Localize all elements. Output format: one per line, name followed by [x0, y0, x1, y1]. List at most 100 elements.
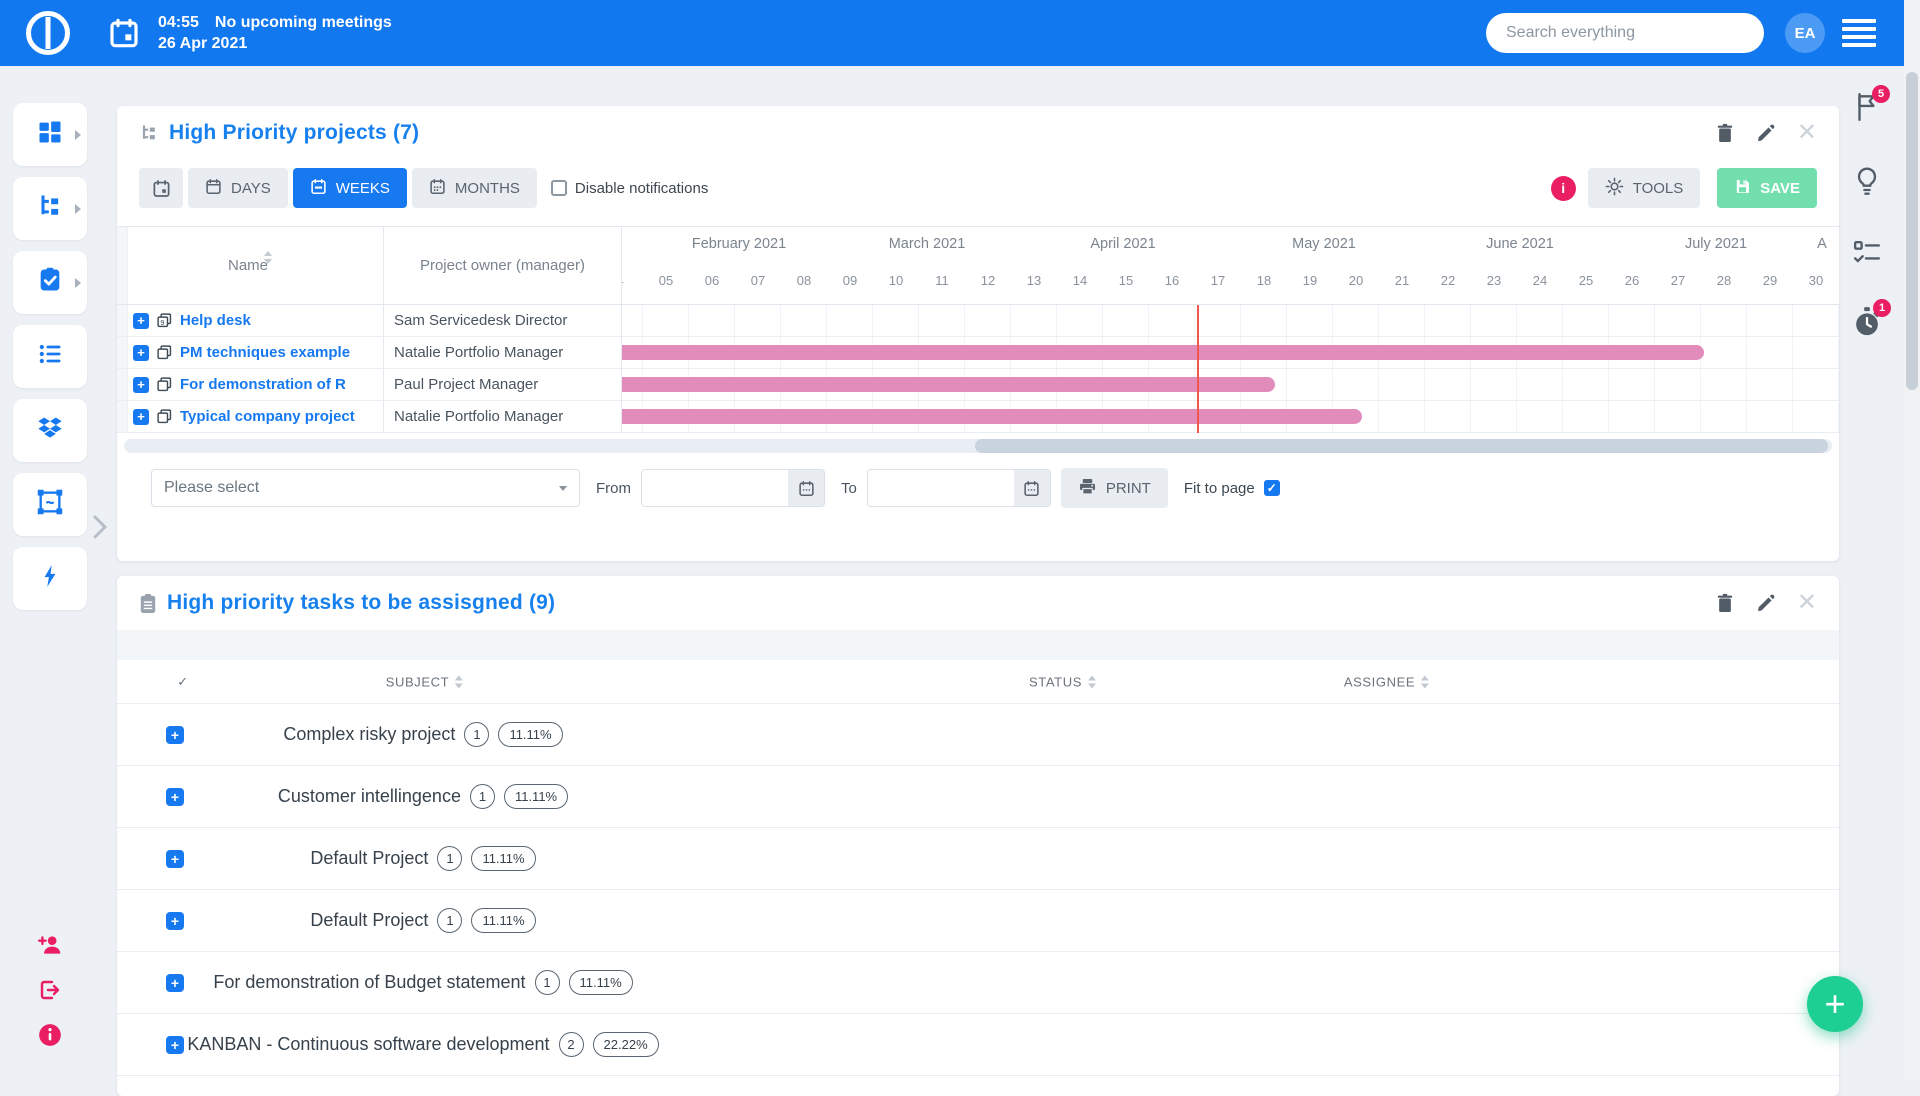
expand-row-button[interactable]: + — [133, 376, 149, 393]
logout-icon[interactable] — [38, 978, 62, 1002]
lightbulb-icon[interactable] — [1854, 166, 1880, 203]
expand-row-button[interactable]: + — [133, 408, 149, 425]
check-column-header[interactable]: ✓ — [177, 674, 189, 690]
gantt-chart-cell — [622, 305, 1839, 336]
task-subject-group: Complex risky project 1 11.11% — [117, 704, 729, 765]
sidebar-item-frame[interactable] — [13, 473, 87, 536]
clock-time: 04:55 — [158, 14, 199, 31]
expand-row-button[interactable]: + — [133, 312, 149, 329]
task-subject-link[interactable]: Complex risky project — [283, 724, 455, 745]
task-subject-link[interactable]: For demonstration of Budget statement — [213, 972, 525, 993]
gantt-body: +9 Help desk Sam Servicedesk Director + PM t… — [117, 305, 1839, 433]
gantt-bar[interactable] — [622, 345, 1704, 360]
months-button[interactable]: MONTHS — [411, 168, 537, 208]
hamburger-icon[interactable] — [1842, 19, 1876, 47]
add-user-icon[interactable] — [37, 932, 63, 958]
print-button[interactable]: PRINT — [1060, 468, 1168, 508]
subprojects-stack-icon — [156, 344, 173, 361]
sidebar-item-quick-actions[interactable] — [13, 547, 87, 610]
trash-icon[interactable] — [1716, 593, 1734, 613]
name-column-label: Name — [227, 257, 268, 274]
task-subject-link[interactable]: Default Project — [310, 848, 428, 869]
search-input[interactable] — [1486, 13, 1764, 53]
disable-notifications-checkbox[interactable] — [550, 180, 567, 196]
pencil-icon[interactable] — [1756, 594, 1775, 613]
task-subject-link[interactable]: Default Project — [310, 910, 428, 931]
save-button[interactable]: SAVE — [1717, 168, 1817, 208]
disable-notifications-label: Disable notifications — [574, 179, 709, 197]
fit-to-page-checkbox[interactable]: ✓ — [1263, 480, 1280, 496]
sidebar-item-dashboard[interactable] — [13, 103, 87, 166]
trash-icon[interactable] — [1716, 123, 1734, 143]
filter-select[interactable]: Please select — [151, 469, 580, 507]
disable-notifications-toggle[interactable]: Disable notifications — [550, 179, 709, 197]
week-label: 22 — [1440, 273, 1456, 288]
sidebar-item-tasks[interactable] — [13, 251, 87, 314]
gantt-row: + PM techniques example Natalie Portfolio … — [117, 337, 1839, 369]
gantt-bar[interactable] — [622, 409, 1362, 424]
close-icon[interactable]: ✕ — [1797, 591, 1817, 615]
project-link[interactable]: For demonstration of R — [180, 376, 346, 393]
project-link[interactable]: Help desk — [180, 312, 251, 329]
sidebar-item-projects[interactable] — [13, 177, 87, 240]
tools-button[interactable]: TOOLS — [1587, 168, 1701, 208]
sidebar-expander-chevron-icon[interactable] — [92, 514, 108, 545]
from-date-input[interactable] — [642, 470, 788, 506]
project-link[interactable]: PM techniques example — [180, 344, 350, 361]
gantt-scrollbar-thumb[interactable] — [975, 439, 1828, 453]
week-label: 11 — [935, 273, 949, 288]
task-subject-link[interactable]: Customer intellingence — [278, 786, 461, 807]
calendar-icon[interactable] — [788, 470, 824, 506]
task-row: + For demonstration of Budget statement 1 1… — [117, 952, 1839, 1014]
close-icon[interactable]: ✕ — [1797, 121, 1817, 145]
subject-column-header[interactable]: SUBJECT — [386, 674, 464, 689]
assignee-column-header[interactable]: ASSIGNEE — [1344, 674, 1430, 689]
sort-icon — [1087, 675, 1097, 688]
info-icon[interactable] — [37, 1022, 63, 1048]
task-subject-link[interactable]: KANBAN - Continuous software development — [187, 1034, 549, 1055]
fit-to-page-toggle[interactable]: Fit to page ✓ — [1184, 480, 1280, 497]
week-label: 20 — [1348, 273, 1364, 288]
status-column-header[interactable]: STATUS — [1029, 674, 1097, 689]
calendar-button[interactable] — [139, 168, 183, 208]
owner-column-label: Project owner (manager) — [419, 257, 586, 274]
sort-icon[interactable] — [264, 251, 273, 264]
week-label: 27 — [1670, 273, 1686, 288]
calendar-icon[interactable] — [1013, 470, 1050, 506]
pencil-icon[interactable] — [1756, 124, 1775, 143]
week-label: 29 — [1762, 273, 1778, 288]
week-label: 26 — [1624, 273, 1640, 288]
owner-column-header[interactable]: Project owner (manager) — [384, 227, 622, 304]
days-button[interactable]: DAYS — [188, 168, 288, 208]
task-percent-badge: 11.11% — [568, 970, 633, 995]
weeks-button[interactable]: WEEKS — [292, 168, 407, 208]
sidebar-item-dropbox[interactable] — [13, 399, 87, 462]
avatar[interactable]: EA — [1785, 13, 1825, 53]
floppy-icon — [1734, 178, 1751, 199]
info-badge-icon[interactable]: i — [1550, 175, 1576, 201]
checklist-icon[interactable] — [1853, 240, 1881, 271]
today-marker-line — [1197, 305, 1199, 433]
gantt-bar[interactable] — [622, 377, 1275, 392]
name-column-header[interactable]: Name — [128, 227, 384, 304]
task-subject-group: For demonstration of Budget statement 1 11… — [117, 952, 729, 1013]
page-scrollbar-thumb[interactable] — [1906, 72, 1918, 390]
add-new-fab-button[interactable]: + — [1807, 976, 1863, 1032]
expand-row-button[interactable]: + — [133, 344, 149, 361]
project-link[interactable]: Typical company project — [180, 408, 355, 425]
app-logo[interactable] — [26, 11, 70, 55]
week-label: 25 — [1578, 273, 1594, 288]
to-date-input[interactable] — [867, 470, 1014, 506]
week-label: 12 — [980, 273, 996, 288]
task-row: + Complex risky project 1 11.11% — [117, 704, 1839, 766]
flag-icon[interactable]: 5 — [1854, 85, 1890, 127]
weeks-label: WEEKS — [335, 179, 390, 197]
tasks-panel-title: High priority tasks to be assisgned (9) — [167, 591, 556, 614]
filter-select-value: Please select — [164, 479, 260, 496]
gantt-horizontal-scrollbar — [124, 439, 1832, 453]
sidebar-item-list[interactable] — [13, 325, 87, 388]
meeting-info[interactable]: 04:55 No upcoming meetings 26 Apr 2021 — [158, 12, 392, 54]
stopwatch-icon[interactable]: 1 — [1853, 299, 1891, 343]
calendar-icon[interactable] — [108, 17, 140, 49]
gantt-gutter — [117, 369, 128, 400]
